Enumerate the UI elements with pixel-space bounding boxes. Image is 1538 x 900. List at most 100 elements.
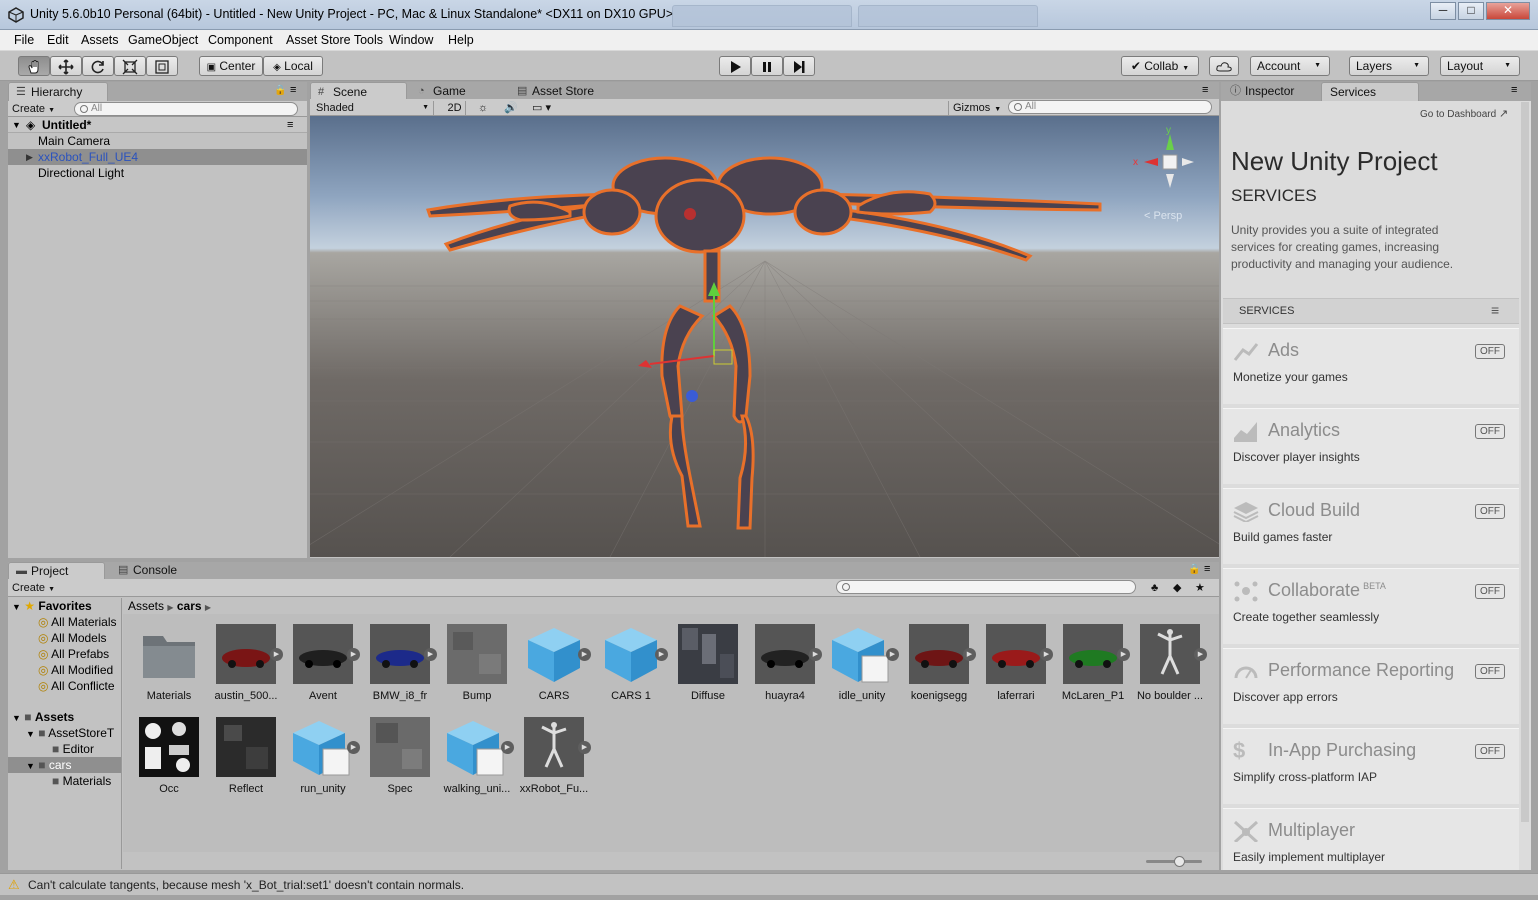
expand-asset-icon[interactable]: ▶	[1194, 648, 1207, 661]
asset-item[interactable]: ▶ walking_uni...	[441, 717, 514, 807]
hierarchy-item-robot[interactable]: ▶ xxRobot_Full_UE4	[8, 149, 307, 165]
favorite-item[interactable]: ◎ All Conflicte	[38, 678, 115, 694]
expand-asset-icon[interactable]: ▶	[347, 741, 360, 754]
expand-asset-icon[interactable]: ▶	[655, 648, 668, 661]
menu-assets[interactable]: Assets	[81, 33, 119, 47]
close-window-button[interactable]: ✕	[1486, 2, 1530, 20]
tab-inspector[interactable]: ⓘ Inspector	[1223, 82, 1319, 101]
2d-toggle[interactable]: 2D	[444, 101, 466, 116]
layers-dropdown[interactable]: Layers ▼	[1349, 56, 1429, 76]
asset-item[interactable]: ▶ Avent	[287, 624, 360, 714]
gizmos-dropdown[interactable]: Gizmos ▼	[948, 101, 1001, 116]
asset-item[interactable]: ▶ xxRobot_Fu...	[518, 717, 591, 807]
asset-item[interactable]: Occ	[133, 717, 205, 807]
expand-arrow-icon[interactable]: ▼	[12, 713, 21, 723]
audio-toggle-icon[interactable]: 🔊	[504, 101, 518, 116]
move-tool-button[interactable]	[50, 56, 82, 76]
expand-asset-icon[interactable]: ▶	[886, 648, 899, 661]
expand-asset-icon[interactable]: ▶	[1117, 648, 1130, 661]
tab-services[interactable]: Services	[1321, 82, 1419, 101]
expand-arrow-icon[interactable]: ▼	[26, 761, 35, 771]
cloud-button[interactable]	[1209, 56, 1239, 76]
service-toggle[interactable]: OFF	[1475, 584, 1505, 599]
panel-menu-icon[interactable]: ≡	[290, 84, 296, 96]
robot-model[interactable]	[310, 116, 1219, 557]
asset-item[interactable]: Materials	[133, 624, 205, 714]
assets-root-row[interactable]: ▼ ■ Assets	[12, 709, 74, 725]
asset-item[interactable]: ▶ idle_unity	[826, 624, 899, 714]
asset-item[interactable]: Reflect	[210, 717, 282, 807]
hierarchy-item-main-camera[interactable]: Main Camera	[8, 133, 307, 149]
service-toggle[interactable]: OFF	[1475, 744, 1505, 759]
collab-dropdown[interactable]: ✔ Collab ▼	[1121, 56, 1199, 76]
breadcrumb-cars[interactable]: cars	[177, 599, 202, 613]
scene-menu-icon[interactable]: ≡	[287, 117, 293, 133]
pause-button[interactable]	[751, 56, 783, 76]
favorite-item[interactable]: ◎ All Modified	[38, 662, 113, 678]
breadcrumb-assets[interactable]: Assets	[128, 599, 164, 613]
perspective-label[interactable]: < Persp	[1144, 210, 1182, 222]
menu-window[interactable]: Window	[389, 33, 433, 47]
expand-asset-icon[interactable]: ▶	[501, 741, 514, 754]
scene-search-input[interactable]: All	[1008, 100, 1212, 114]
asset-item[interactable]: Spec	[364, 717, 436, 807]
tree-folder[interactable]: ▼ ■ AssetStoreT	[26, 725, 114, 741]
minimize-button[interactable]: ─	[1430, 2, 1456, 20]
asset-item[interactable]: ▶ run_unity	[287, 717, 360, 807]
menu-file[interactable]: File	[14, 33, 34, 47]
service-analytics[interactable]: Analytics OFF Discover player insights	[1223, 408, 1519, 484]
shading-dropdown[interactable]: Shaded ▼	[316, 101, 434, 116]
asset-item[interactable]: Bump	[441, 624, 513, 714]
expand-asset-icon[interactable]: ▶	[1040, 648, 1053, 661]
favorite-star-icon[interactable]: ★	[1195, 581, 1205, 596]
project-search-input[interactable]	[836, 580, 1136, 594]
step-button[interactable]	[783, 56, 815, 76]
scene-orientation-gizmo[interactable]: y x	[1128, 124, 1208, 204]
layout-dropdown[interactable]: Layout ▼	[1440, 56, 1520, 76]
rotate-tool-button[interactable]	[82, 56, 114, 76]
scene-viewport[interactable]: y x < Persp	[310, 116, 1219, 557]
go-to-dashboard-link[interactable]: Go to Dashboard ↗	[1420, 107, 1508, 120]
asset-item[interactable]: ▶ koenigsegg	[903, 624, 976, 714]
service-multiplayer[interactable]: Multiplayer Easily implement multiplayer	[1223, 808, 1519, 870]
tab-console[interactable]: ▤ Console	[111, 562, 201, 579]
expand-asset-icon[interactable]: ▶	[347, 648, 360, 661]
menu-edit[interactable]: Edit	[47, 33, 69, 47]
expand-arrow-icon[interactable]: ▶	[26, 149, 33, 165]
tree-folder[interactable]: ■ Materials	[52, 773, 111, 789]
favorite-item[interactable]: ◎ All Models	[38, 630, 107, 646]
label-tag-icon[interactable]: ◆	[1173, 581, 1181, 596]
expand-asset-icon[interactable]: ▶	[578, 741, 591, 754]
create-dropdown[interactable]: Create ▼	[12, 581, 55, 596]
service-performance-reporting[interactable]: Performance Reporting OFF Discover app e…	[1223, 648, 1519, 724]
panel-menu-icon[interactable]: ≡	[1511, 84, 1517, 96]
lighting-toggle-icon[interactable]: ☼	[478, 101, 488, 116]
account-dropdown[interactable]: Account ▼	[1250, 56, 1330, 76]
asset-item[interactable]: ▶ CARS 1	[595, 624, 668, 714]
expand-arrow-icon[interactable]: ▼	[12, 602, 21, 612]
asset-item[interactable]: ▶ huayra4	[749, 624, 822, 714]
favorites-row[interactable]: ▼ ★ Favorites	[12, 598, 92, 614]
expand-asset-icon[interactable]: ▶	[578, 648, 591, 661]
hierarchy-search-input[interactable]: All	[74, 102, 298, 116]
panel-menu-icon[interactable]: ≡	[1204, 563, 1210, 575]
scene-root-row[interactable]: ▼ ◈ Untitled* ≡	[8, 117, 307, 133]
tree-folder[interactable]: ■ Editor	[52, 741, 94, 757]
rect-tool-button[interactable]	[146, 56, 178, 76]
services-scrollbar[interactable]	[1521, 102, 1529, 822]
tab-hierarchy[interactable]: ☰ Hierarchy	[8, 82, 108, 101]
hand-tool-button[interactable]	[18, 56, 50, 76]
asset-item[interactable]: ▶ laferrari	[980, 624, 1053, 714]
service-toggle[interactable]: OFF	[1475, 344, 1505, 359]
play-button[interactable]	[719, 56, 751, 76]
hierarchy-item-directional-light[interactable]: Directional Light	[8, 165, 307, 181]
service-collaborate[interactable]: Collaborate BETA OFF Create together seam…	[1223, 568, 1519, 644]
tree-folder-selected[interactable]: ▼ ■ cars	[8, 757, 121, 773]
asset-item[interactable]: ▶ CARS	[518, 624, 591, 714]
create-dropdown[interactable]: Create ▼	[12, 102, 55, 117]
lock-icon[interactable]: 🔒	[274, 85, 286, 96]
expand-arrow-icon[interactable]: ▼	[26, 729, 35, 739]
thumbnail-size-slider[interactable]	[1146, 856, 1202, 867]
slider-handle[interactable]	[1174, 856, 1185, 867]
pivot-local-button[interactable]: ◈ Local	[263, 56, 323, 76]
